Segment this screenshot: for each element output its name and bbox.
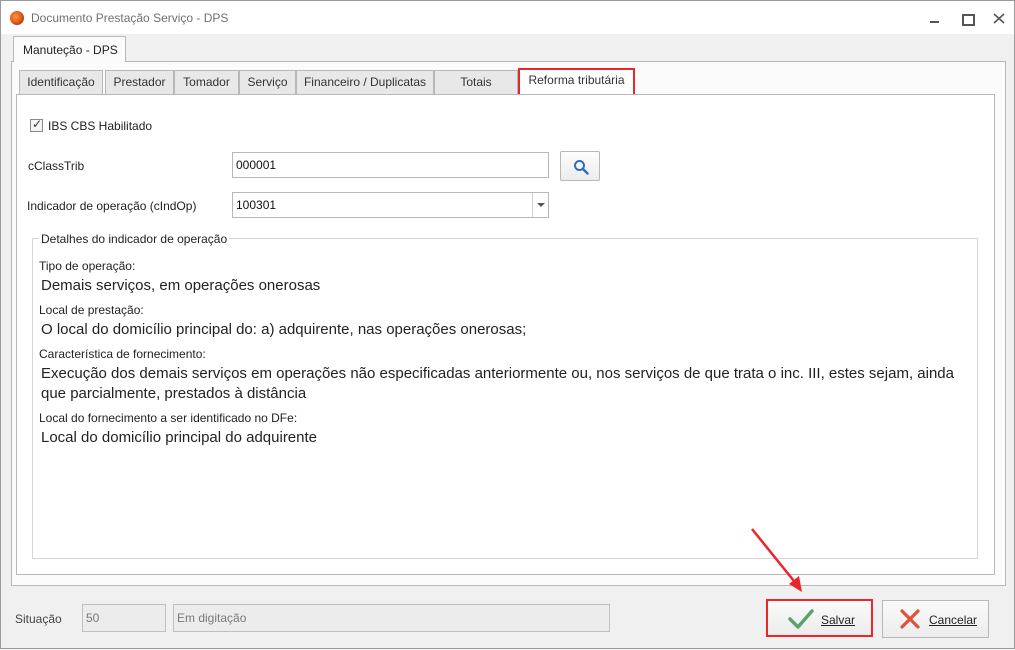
ibs-cbs-checkbox-row[interactable]: IBS CBS Habilitado (30, 117, 153, 133)
indop-value: 100301 (236, 198, 277, 212)
details-group-title: Detalhes do indicador de operação (39, 232, 230, 246)
title-bar: Documento Prestação Serviço - DPS (1, 1, 1014, 34)
indop-select[interactable]: 100301 (232, 192, 549, 218)
maximize-icon[interactable] (959, 10, 975, 26)
app-logo-icon (10, 11, 24, 25)
caracteristica-value: Execução dos demais serviços em operaçõe… (41, 365, 954, 402)
ibs-cbs-checkbox[interactable] (30, 117, 43, 132)
tab-servico[interactable]: Serviço (239, 70, 296, 95)
local-prestacao-label: Local de prestação: (39, 303, 144, 317)
tab-tomador[interactable]: Tomador (174, 70, 239, 95)
dps-window: Documento Prestação Serviço - DPS Manute… (0, 0, 1015, 649)
search-icon (574, 160, 589, 175)
local-dfe-value: Local do domicílio principal do adquiren… (41, 429, 318, 446)
save-button[interactable]: Salvar (766, 599, 873, 637)
tab-reforma-tributaria[interactable]: Reforma tributária (518, 68, 635, 96)
checkmark-icon (788, 609, 814, 629)
close-icon[interactable] (991, 10, 1007, 26)
tipo-operacao-value: Demais serviços, em operações onerosas (41, 277, 321, 294)
save-label: Salvar (821, 613, 856, 627)
chevron-down-icon[interactable] (532, 193, 548, 217)
situacao-text-field: Em digitação (173, 604, 610, 632)
cancel-button[interactable]: Cancelar (882, 600, 989, 638)
window-title: Documento Prestação Serviço - DPS (31, 11, 229, 25)
tab-manutencao-dps[interactable]: Manuteção - DPS (13, 36, 126, 62)
situacao-code-field: 50 (82, 604, 166, 632)
ibs-cbs-label: IBS CBS Habilitado (48, 119, 153, 133)
indop-label: Indicador de operação (cIndOp) (27, 199, 197, 213)
tab-prestador[interactable]: Prestador (105, 70, 174, 95)
tab-financeiro-duplicatas[interactable]: Financeiro / Duplicatas (296, 70, 434, 95)
situacao-label: Situação (15, 612, 62, 626)
tab-identificacao[interactable]: Identificação (19, 70, 103, 95)
cclasstrib-input[interactable]: 000001 (232, 152, 549, 178)
minimize-icon[interactable] (927, 10, 943, 26)
local-dfe-label: Local do fornecimento a ser identificado… (39, 411, 298, 425)
x-icon (900, 609, 920, 629)
tipo-operacao-label: Tipo de operação: (39, 259, 136, 273)
tab-totais[interactable]: Totais (434, 70, 518, 95)
caracteristica-label: Característica de fornecimento: (39, 347, 206, 361)
cclasstrib-label: cClassTrib (28, 159, 85, 173)
cclasstrib-search-button[interactable] (560, 151, 600, 181)
local-prestacao-value: O local do domicílio principal do: a) ad… (41, 321, 527, 338)
cancel-label: Cancelar (929, 613, 978, 627)
